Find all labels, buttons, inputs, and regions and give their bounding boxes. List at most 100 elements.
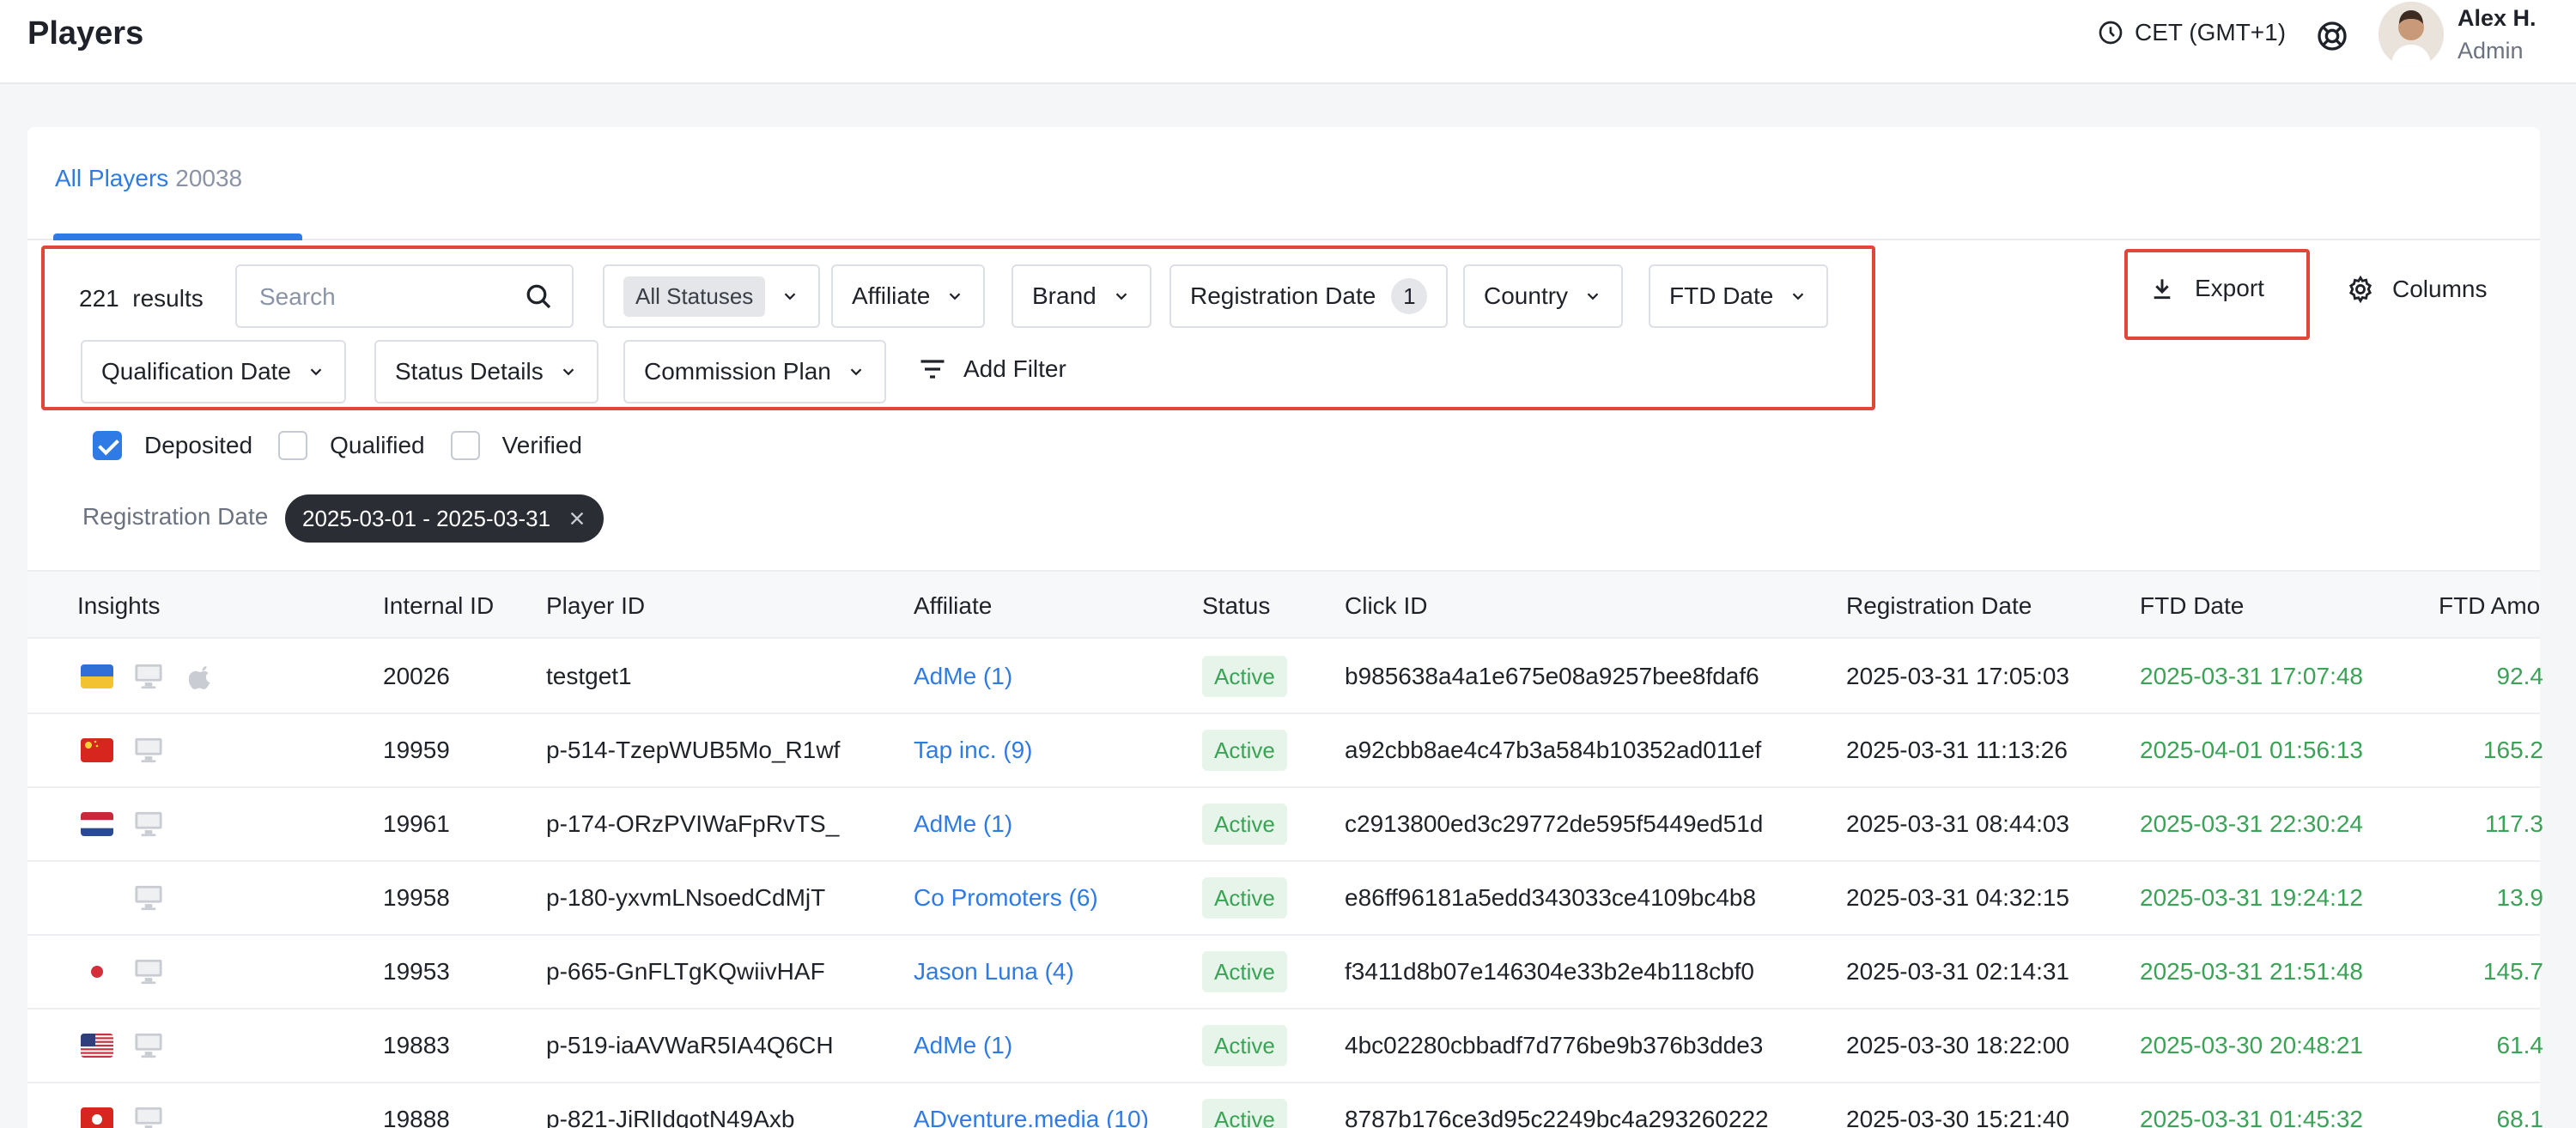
column-header[interactable]: Insights [77, 592, 161, 620]
qualification-date-filter[interactable]: Qualification Date [81, 340, 347, 403]
desktop-icon [134, 958, 163, 990]
ftd-date: 2025-03-31 01:45:32 [2140, 1106, 2363, 1128]
checkbox-box[interactable] [278, 431, 308, 460]
status-details-filter[interactable]: Status Details [374, 340, 598, 403]
commission-plan-filter[interactable]: Commission Plan [623, 340, 886, 403]
checkbox-box[interactable] [93, 431, 122, 460]
china-flag-icon [81, 738, 113, 762]
desktop-icon [134, 1032, 163, 1064]
column-header[interactable]: FTD Date [2140, 592, 2244, 620]
affiliate-link[interactable]: ADventure.media (10) [914, 1106, 1149, 1128]
affiliate-link[interactable]: AdMe (1) [914, 810, 1012, 838]
table-row[interactable]: 19958 p-180-yxvmLNsoedCdMjT Co Promoters (… [27, 862, 2543, 936]
brand-filter[interactable]: Brand [1012, 264, 1151, 328]
players-card: All Players 20038 221 results Search All … [27, 127, 2543, 1128]
columns-button[interactable]: Columns [2346, 275, 2487, 304]
status-badge: Active [1202, 1099, 1287, 1128]
checkbox-qualified[interactable]: Qualified [278, 431, 425, 460]
ftd-date: 2025-03-31 17:07:48 [2140, 663, 2363, 689]
desktop-icon [134, 1106, 163, 1128]
clock-icon [2099, 21, 2123, 45]
results-number: 221 [79, 285, 119, 312]
column-header[interactable]: Status [1202, 592, 1270, 620]
netherlands-flag-icon [81, 812, 113, 836]
apple-icon [188, 663, 215, 694]
table-row[interactable]: 19953 p-665-GnFLTgKQwiivHAF Jason Luna (4)… [27, 936, 2543, 1010]
top-bar: Players CET (GMT+1) Alex H. Admin [0, 0, 2576, 84]
lifebuoy-icon[interactable] [2315, 19, 2349, 53]
affiliate-link[interactable]: AdMe (1) [914, 1032, 1012, 1059]
column-header[interactable]: FTD Amo [2439, 592, 2540, 620]
export-label: Export [2195, 275, 2264, 301]
checkbox-label: Deposited [144, 432, 253, 458]
usa-flag-icon [81, 1034, 113, 1058]
ftd-date: 2025-03-31 21:51:48 [2140, 958, 2363, 985]
ftd-date: 2025-03-31 19:24:12 [2140, 884, 2363, 911]
status-filter[interactable]: All Statuses [603, 264, 821, 328]
table-row[interactable]: 19961 p-174-ORzPVIWaFpRvTS_ AdMe (1) Active… [27, 788, 2543, 862]
tab-all-players[interactable]: All Players 20038 [55, 165, 242, 192]
status-badge: Active [1202, 951, 1287, 992]
internal-id: 19883 [383, 1032, 450, 1058]
column-header[interactable]: Internal ID [383, 592, 494, 620]
add-filter-button[interactable]: Add Filter [917, 354, 1066, 385]
user-name: Alex H. [2458, 5, 2537, 31]
registration-date: 2025-03-31 02:14:31 [1846, 958, 2069, 985]
internal-id: 19953 [383, 958, 450, 985]
search-icon[interactable] [524, 282, 555, 312]
export-button[interactable]: Export [2148, 275, 2264, 302]
ftd-amount: 92.4 [2496, 663, 2544, 689]
brand-filter-label: Brand [1032, 282, 1097, 309]
table-row[interactable]: 20026 testget1 AdMe (1) Active b985638a4a1e6… [27, 640, 2543, 714]
affiliate-link[interactable]: Tap inc. (9) [914, 737, 1033, 764]
affiliate-link[interactable]: AdMe (1) [914, 663, 1012, 690]
click-id: c2913800ed3c29772de595f5449ed51d [1345, 810, 1764, 837]
status-badge: Active [1202, 730, 1287, 771]
click-id: f3411d8b07e146304e33b2e4b118cbf0 [1345, 958, 1754, 985]
ftd-date-filter[interactable]: FTD Date [1649, 264, 1829, 328]
timezone-label: CET (GMT+1) [2135, 19, 2287, 45]
search-input[interactable]: Search [235, 264, 574, 328]
chevron-down-icon [1587, 293, 1599, 300]
affiliate-link[interactable]: Co Promoters (6) [914, 884, 1098, 912]
click-id: 4bc02280cbbadf7d776be9b376b3dde3 [1345, 1032, 1764, 1058]
desktop-icon [134, 737, 163, 768]
active-filter-label: Registration Date [82, 503, 269, 530]
ftd-amount: 145.7 [2482, 958, 2543, 985]
column-header[interactable]: Affiliate [914, 592, 992, 620]
search-placeholder: Search [259, 283, 336, 310]
ftd-amount: 117.3 [2485, 810, 2543, 837]
player-id: p-514-TzepWUB5Mo_R1wf [546, 737, 841, 763]
table-row[interactable]: 19959 p-514-TzepWUB5Mo_R1wf Tap inc. (9) Ac… [27, 714, 2543, 788]
timezone-selector[interactable]: CET (GMT+1) [2097, 19, 2286, 46]
checkbox-deposited[interactable]: Deposited [93, 431, 252, 460]
close-icon[interactable] [568, 509, 586, 528]
status-badge: Active [1202, 877, 1287, 919]
registration-date-filter[interactable]: Registration Date 1 [1170, 264, 1449, 328]
country-filter-label: Country [1484, 282, 1569, 309]
desktop-icon [134, 663, 163, 694]
registration-date: 2025-03-30 15:21:40 [1846, 1106, 2069, 1128]
affiliate-link[interactable]: Jason Luna (4) [914, 958, 1074, 985]
status-badge: Active [1202, 804, 1287, 845]
chevron-down-icon [1793, 293, 1804, 300]
player-id: p-519-iaAVWaR5IA4Q6CH [546, 1032, 834, 1058]
affiliate-filter[interactable]: Affiliate [831, 264, 986, 328]
checkbox-box[interactable] [450, 431, 480, 460]
download-icon [2154, 279, 2171, 300]
avatar[interactable] [2379, 2, 2444, 67]
active-filter-chip[interactable]: 2025-03-01 - 2025-03-31 [285, 494, 605, 543]
country-filter[interactable]: Country [1463, 264, 1624, 328]
japan-flag-icon [81, 960, 113, 984]
checkbox-label: Verified [501, 432, 583, 458]
checkbox-verified[interactable]: Verified [450, 431, 583, 460]
column-header[interactable]: Player ID [546, 592, 645, 620]
column-header[interactable]: Click ID [1345, 592, 1427, 620]
results-count: 221 results [79, 285, 204, 312]
table-row[interactable]: 19888 p-821-JiRlIdqotN49Axb ADventure.medi… [27, 1083, 2543, 1128]
column-header[interactable]: Registration Date [1846, 592, 2032, 620]
table-row[interactable]: 19883 p-519-iaAVWaR5IA4Q6CH AdMe (1) Active… [27, 1010, 2543, 1083]
click-id: e86ff96181a5edd343033ce4109bc4b8 [1345, 884, 1757, 911]
ftd-date-filter-label: FTD Date [1669, 282, 1774, 309]
internal-id: 19961 [383, 810, 450, 837]
